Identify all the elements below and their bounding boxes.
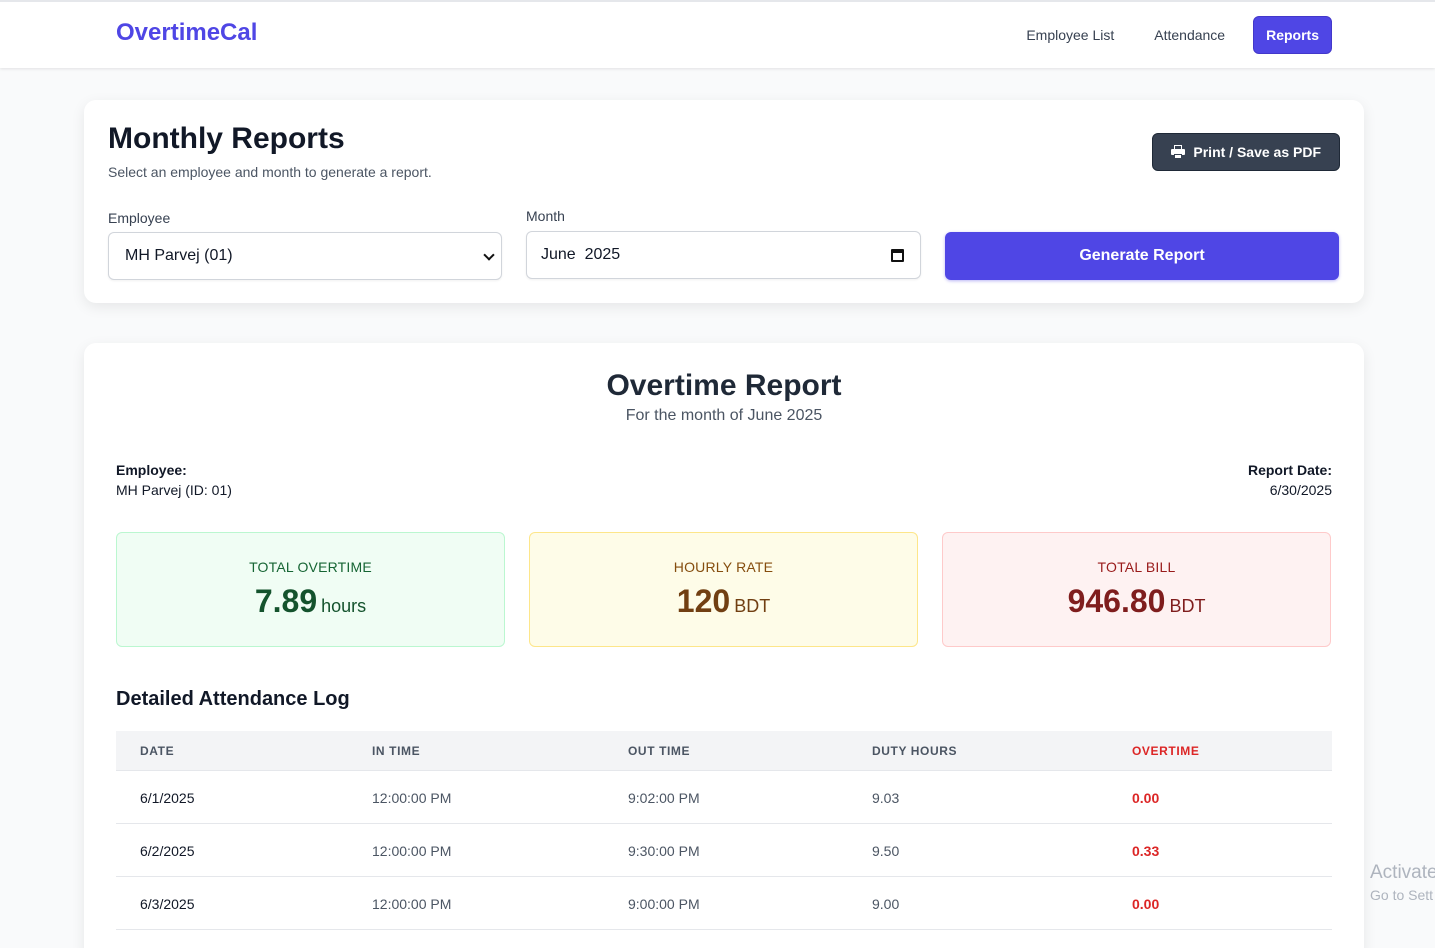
table-row: 6/1/2025 12:00:00 PM 9:02:00 PM 9.03 0.0… [116,771,1332,824]
calendar-icon[interactable] [891,249,904,262]
nav-reports[interactable]: Reports [1253,16,1332,54]
total-overtime-value: 7.89 [254,583,318,619]
page-title: Monthly Reports [108,122,345,155]
generate-report-button[interactable]: Generate Report [945,232,1339,280]
table-row: 6/2/2025 12:00:00 PM 9:30:00 PM 9.50 0.3… [116,824,1332,877]
watermark-line-2: Go to Sett [1370,887,1434,903]
employee-label: Employee [108,210,171,226]
report-date-label: Report Date: [1247,462,1332,478]
cell-in-time: 12:00:00 PM [372,896,452,912]
total-bill-label: TOTAL BILL [1097,559,1176,575]
total-overtime-label: TOTAL OVERTIME [249,559,372,575]
chevron-down-icon [483,249,495,261]
total-overtime-value-group: 7.89 hours [117,583,504,620]
attendance-log-title: Detailed Attendance Log [116,688,350,710]
printer-icon [1171,145,1186,159]
cell-out-time: 9:02:00 PM [628,790,700,806]
column-header-overtime: OVERTIME [1132,744,1200,758]
table-row: 6/3/2025 12:00:00 PM 9:00:00 PM 9.00 0.0… [116,877,1332,930]
cell-in-time: 12:00:00 PM [372,843,452,859]
cell-duty-hours: 9.03 [872,790,900,806]
page-subtitle: Select an employee and month to generate… [108,164,432,180]
month-input[interactable]: June 2025 [526,231,921,279]
report-date-value: 6/30/2025 [1269,482,1332,498]
cell-overtime: 0.00 [1132,896,1160,912]
table-header: DATE IN TIME OUT TIME DUTY HOURS OVERTIM… [116,731,1332,771]
cell-overtime: 0.33 [1132,843,1160,859]
total-bill-unit: BDT [1169,596,1206,616]
cell-out-time: 9:30:00 PM [628,843,700,859]
report-subtitle: For the month of June 2025 [625,407,823,424]
employee-info-value: MH Parvej (ID: 01) [116,482,232,498]
print-pdf-label: Print / Save as PDF [1193,144,1321,160]
cell-date: 6/1/2025 [140,790,195,806]
employee-info-label: Employee: [116,462,187,478]
column-header-duty-hours: DUTY HOURS [872,744,958,758]
cell-date: 6/2/2025 [140,843,195,859]
nav-links: Employee List Attendance Reports [998,16,1332,54]
total-overtime-unit: hours [321,596,367,616]
cell-out-time: 9:00:00 PM [628,896,700,912]
cell-in-time: 12:00:00 PM [372,790,452,806]
report-title: Overtime Report [606,369,842,402]
hourly-rate-value: 120 [676,583,731,619]
print-pdf-button[interactable]: Print / Save as PDF [1152,133,1340,171]
column-header-date: DATE [140,744,175,758]
nav-employee-list[interactable]: Employee List [1014,18,1126,52]
total-bill-card: TOTAL BILL 946.80 BDT [942,532,1331,647]
employee-select[interactable]: MH Parvej (01) [108,232,502,280]
nav-attendance[interactable]: Attendance [1142,18,1237,52]
total-bill-value: 946.80 [1067,583,1166,619]
cell-date: 6/3/2025 [140,896,195,912]
month-input-value: June 2025 [541,246,621,263]
hourly-rate-card: HOURLY RATE 120 BDT [529,532,918,647]
report-form-card: Monthly Reports Select an employee and m… [84,100,1364,303]
cell-overtime: 0.00 [1132,790,1160,806]
month-label: Month [526,208,565,224]
employee-select-value: MH Parvej (01) [125,247,233,264]
brand-logo[interactable]: OvertimeCal [116,19,257,47]
hourly-rate-label: HOURLY RATE [673,559,774,575]
cell-duty-hours: 9.50 [872,843,900,859]
column-header-out-time: OUT TIME [628,744,691,758]
hourly-rate-unit: BDT [734,596,771,616]
activation-watermark: Activate Go to Sett [1370,862,1435,903]
attendance-log-table: DATE IN TIME OUT TIME DUTY HOURS OVERTIM… [116,731,1332,930]
total-bill-value-group: 946.80 BDT [943,583,1330,620]
hourly-rate-value-group: 120 BDT [530,583,917,620]
overtime-report-card: Overtime Report For the month of June 20… [84,343,1364,948]
cell-duty-hours: 9.00 [872,896,900,912]
top-navbar: OvertimeCal Employee List Attendance Rep… [0,0,1435,68]
column-header-in-time: IN TIME [372,744,421,758]
total-overtime-card: TOTAL OVERTIME 7.89 hours [116,532,505,647]
watermark-line-1: Activate [1370,862,1435,883]
